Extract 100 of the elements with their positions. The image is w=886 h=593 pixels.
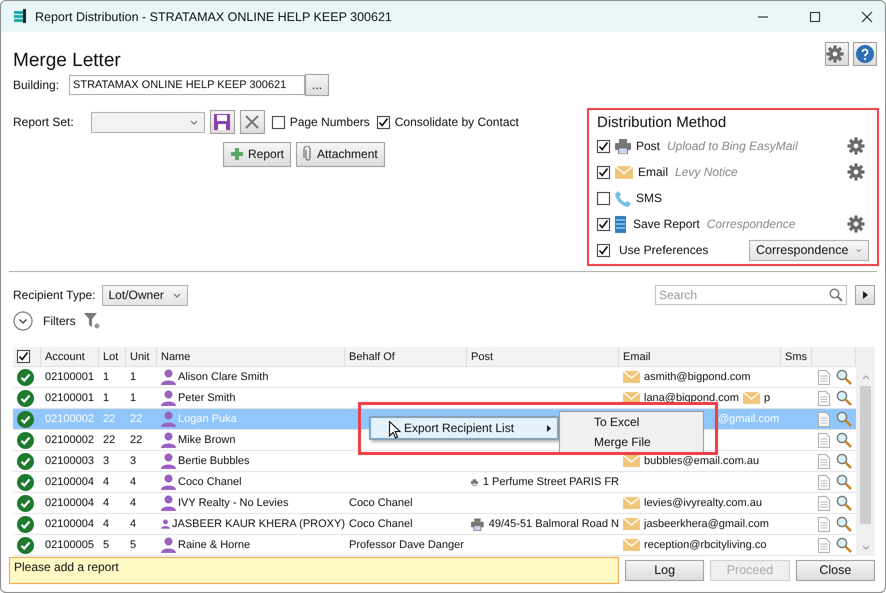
envelope-icon — [615, 166, 633, 178]
document-icon[interactable] — [818, 370, 830, 384]
envelope-icon — [742, 392, 760, 404]
search-icon[interactable] — [836, 432, 852, 448]
add-button[interactable]: Attachment — [296, 142, 385, 166]
table-row[interactable]: 02100005 5 5 Raine & Horne Professor Dave Danger reception@rbcityliving.co — [13, 535, 856, 556]
method-label: SMS — [636, 191, 662, 205]
settings-icon[interactable] — [847, 163, 865, 181]
preferences-dropdown[interactable]: Correspondence — [749, 240, 869, 260]
document-icon[interactable] — [818, 516, 830, 532]
table-cell: Raine & Horne — [178, 539, 250, 551]
column-header[interactable]: Behalf Of — [345, 347, 467, 366]
column-header[interactable]: Email — [619, 347, 781, 366]
table-row[interactable]: 02100004 4 4 JASBEER KAUR KHERA (PROXY) Coco Chanel 49/45-51 Balmoral Road N jasbeerkhera@gmail.com — [13, 514, 856, 535]
search-icon[interactable] — [836, 390, 852, 406]
table-cell: 1 Perfume Street PARIS FR — [482, 476, 619, 488]
menu-item[interactable]: Merge File — [594, 432, 703, 452]
person-icon — [161, 537, 176, 553]
delete-button[interactable] — [240, 110, 265, 134]
method-detail: Levy Notice — [675, 165, 738, 179]
select-all-checkbox[interactable] — [17, 350, 30, 363]
column-header[interactable]: Sms — [781, 347, 812, 366]
table-cell-text: 02100001 — [44, 370, 95, 385]
floppy-icon — [213, 113, 232, 131]
table-cell-text: 02100002 — [44, 412, 95, 427]
document-icon[interactable] — [818, 538, 830, 552]
column-header[interactable]: Unit — [126, 347, 157, 366]
checkbox[interactable] — [597, 218, 610, 230]
checkbox[interactable] — [597, 192, 610, 204]
table-cell: asmith@bigpond.com — [644, 371, 751, 383]
search-icon[interactable] — [836, 516, 852, 532]
status-message: Please add a report — [9, 556, 619, 584]
footer-button[interactable]: Close — [796, 560, 875, 580]
person-icon — [161, 474, 176, 490]
column-header[interactable]: Account — [41, 347, 99, 366]
check-circle-icon — [17, 474, 34, 490]
table-cell-text: 02100003 — [44, 454, 95, 469]
document-icon[interactable] — [818, 390, 830, 406]
search-icon[interactable] — [836, 411, 852, 427]
scroll-down-icon[interactable] — [862, 545, 870, 550]
save-button[interactable] — [210, 110, 235, 134]
check-circle-icon — [17, 410, 34, 428]
settings-button[interactable] — [825, 42, 849, 66]
checkbox[interactable] — [376, 116, 390, 128]
checkbox-label: Use Preferences — [619, 243, 708, 257]
report-set-dropdown[interactable] — [90, 112, 205, 132]
checkbox[interactable] — [597, 244, 610, 256]
field-label: Report Set: — [13, 115, 74, 129]
page-title: Merge Letter — [13, 50, 121, 72]
menu-item[interactable]: Export Recipient List — [370, 417, 558, 439]
expand-icon[interactable] — [13, 311, 33, 331]
maximize-icon[interactable] — [809, 10, 821, 22]
filter-icon[interactable] — [84, 313, 100, 329]
scrollbar[interactable] — [856, 347, 875, 556]
table-cell: Alison Clare Smith — [178, 371, 268, 383]
expand-button[interactable] — [855, 285, 875, 305]
table-cell-text: 4 — [129, 496, 138, 511]
search-icon[interactable] — [836, 537, 852, 553]
table-row[interactable]: 02100004 4 4 Coco Chanel 1 Perfume Street PARIS FR — [13, 472, 856, 493]
person-icon — [161, 390, 176, 406]
footer-button[interactable]: Log — [625, 560, 704, 580]
method-label: Email — [638, 165, 668, 179]
search-icon[interactable] — [836, 453, 852, 469]
table-cell: reception@rbcityliving.co — [644, 539, 766, 551]
table-cell: jasbeerkhera@gmail.com — [644, 518, 769, 530]
column-header[interactable]: Post — [467, 347, 619, 366]
browse-button[interactable]: ... — [305, 74, 330, 96]
check-circle-icon — [17, 494, 34, 512]
help-button[interactable] — [853, 42, 877, 66]
checkbox[interactable] — [272, 116, 285, 128]
building-field[interactable]: STRATAMAX ONLINE HELP KEEP 300621 — [69, 75, 306, 95]
recipient-type-dropdown[interactable]: Lot/Owner — [102, 284, 188, 306]
table-row[interactable]: 02100004 4 4 IVY Realty - No Levies Coco Chanel levies@ivyrealty.com.au — [13, 493, 856, 514]
table-cell-text: 3 — [129, 454, 138, 469]
search-icon[interactable] — [836, 369, 852, 385]
column-header[interactable]: Lot — [99, 347, 126, 366]
scroll-up-icon[interactable] — [862, 375, 870, 380]
table-row[interactable]: 02100001 1 1 Alison Clare Smith asmith@bigpond.com — [13, 367, 856, 388]
table-cell: bubbles@email.com.au — [644, 455, 760, 467]
window-title: Report Distribution - STRATAMAX ONLINE HELP KEEP 300621 — [35, 10, 392, 24]
settings-icon[interactable] — [847, 215, 865, 233]
document-icon[interactable] — [818, 432, 830, 448]
add-button[interactable]: Report — [223, 142, 292, 166]
checkbox-label: Page Numbers — [290, 115, 370, 129]
checkbox[interactable] — [597, 140, 610, 152]
document-icon[interactable] — [818, 474, 830, 490]
envelope-icon — [623, 497, 640, 509]
settings-icon[interactable] — [826, 45, 844, 63]
search-icon[interactable] — [836, 474, 852, 490]
document-icon[interactable] — [818, 454, 830, 468]
menu-item[interactable]: To Excel — [594, 412, 703, 432]
settings-icon[interactable] — [847, 137, 865, 155]
document-icon[interactable] — [818, 412, 830, 426]
close-icon[interactable] — [861, 10, 873, 22]
checkbox[interactable] — [597, 166, 610, 178]
search-icon[interactable] — [836, 495, 852, 511]
table-cell-text: 22 — [129, 433, 144, 448]
document-icon[interactable] — [818, 496, 830, 510]
column-header[interactable]: Name — [157, 347, 345, 366]
table-cell-text: 02100004 — [44, 496, 95, 511]
